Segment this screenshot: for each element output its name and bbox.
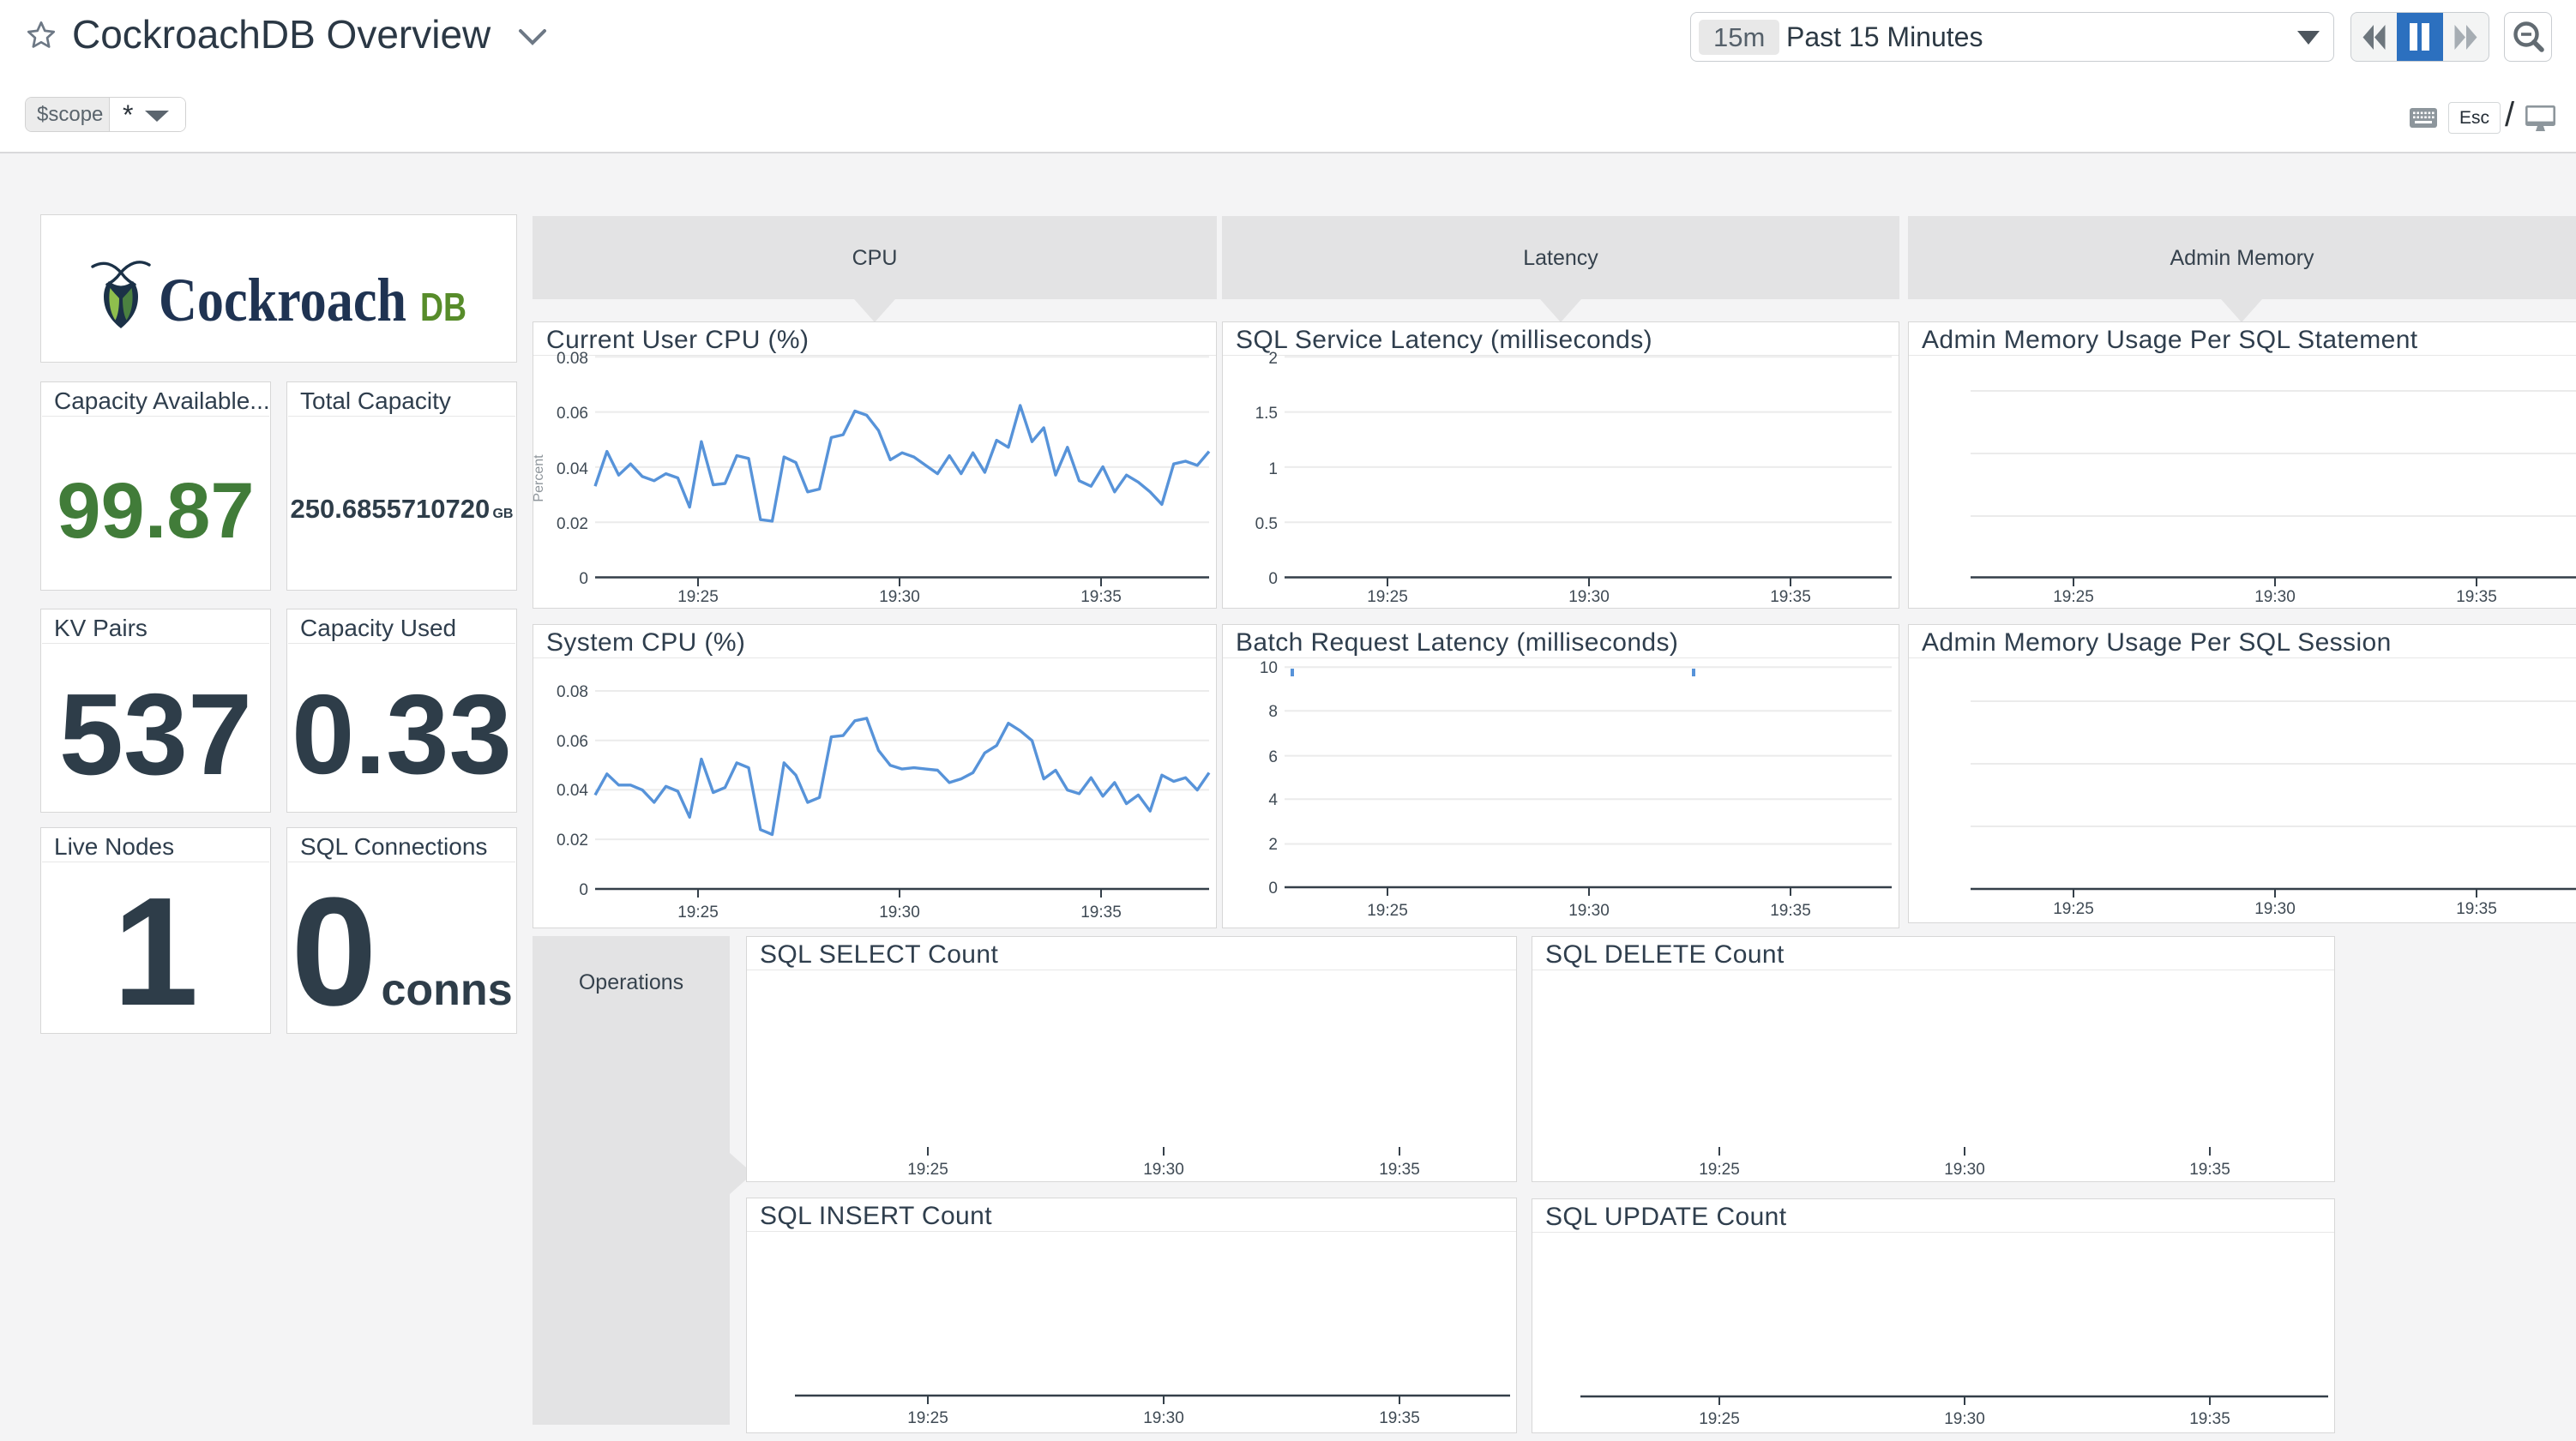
svg-text:0.06: 0.06 (557, 733, 588, 751)
svg-text:0.04: 0.04 (557, 460, 588, 478)
svg-text:19:35: 19:35 (1770, 588, 1811, 606)
svg-text:19:35: 19:35 (1080, 588, 1122, 606)
svg-text:19:35: 19:35 (2189, 1161, 2230, 1179)
svg-text:19:25: 19:25 (1699, 1161, 1740, 1179)
svg-text:19:30: 19:30 (2254, 900, 2296, 918)
svg-text:19:35: 19:35 (2189, 1410, 2230, 1428)
svg-text:19:30: 19:30 (1568, 902, 1610, 920)
svg-text:19:25: 19:25 (677, 588, 719, 606)
svg-text:0.5: 0.5 (1255, 515, 1278, 533)
svg-text:Cockroach: Cockroach (159, 266, 406, 334)
svg-text:0: 0 (1268, 880, 1278, 898)
svg-text:6: 6 (1268, 748, 1278, 766)
svg-text:0.08: 0.08 (557, 683, 588, 701)
svg-text:19:30: 19:30 (2254, 588, 2296, 606)
svg-text:19:30: 19:30 (1944, 1161, 1985, 1179)
svg-text:2: 2 (1268, 350, 1278, 368)
svg-text:19:25: 19:25 (2053, 900, 2094, 918)
svg-text:0.02: 0.02 (557, 832, 588, 850)
svg-text:19:30: 19:30 (879, 904, 920, 922)
svg-text:10: 10 (1260, 659, 1278, 677)
svg-text:19:25: 19:25 (907, 1409, 948, 1427)
svg-text:19:25: 19:25 (1367, 588, 1408, 606)
svg-text:19:35: 19:35 (2456, 900, 2497, 918)
svg-text:19:35: 19:35 (1770, 902, 1811, 920)
svg-text:0.04: 0.04 (557, 782, 588, 800)
svg-text:19:30: 19:30 (1568, 588, 1610, 606)
svg-text:0.06: 0.06 (557, 405, 588, 423)
svg-text:19:35: 19:35 (1379, 1409, 1420, 1427)
svg-text:19:25: 19:25 (1367, 902, 1408, 920)
svg-text:19:30: 19:30 (1143, 1409, 1184, 1427)
svg-text:0: 0 (579, 881, 588, 899)
svg-text:19:25: 19:25 (2053, 588, 2094, 606)
svg-text:0.02: 0.02 (557, 515, 588, 533)
svg-text:1.5: 1.5 (1255, 405, 1278, 423)
svg-text:19:30: 19:30 (879, 588, 920, 606)
svg-text:19:35: 19:35 (1379, 1161, 1420, 1179)
svg-text:Percent: Percent (533, 454, 546, 502)
svg-text:0: 0 (579, 570, 588, 588)
svg-text:19:25: 19:25 (677, 904, 719, 922)
svg-text:19:30: 19:30 (1944, 1410, 1985, 1428)
svg-text:19:35: 19:35 (1080, 904, 1122, 922)
svg-text:8: 8 (1268, 703, 1278, 721)
svg-text:0: 0 (1268, 570, 1278, 588)
svg-text:1: 1 (1268, 460, 1278, 478)
svg-text:DB: DB (420, 285, 466, 329)
svg-text:19:30: 19:30 (1143, 1161, 1184, 1179)
svg-text:2: 2 (1268, 836, 1278, 854)
svg-text:0.08: 0.08 (557, 350, 588, 368)
svg-text:19:25: 19:25 (907, 1161, 948, 1179)
svg-text:19:25: 19:25 (1699, 1410, 1740, 1428)
svg-text:4: 4 (1268, 791, 1278, 809)
svg-text:19:35: 19:35 (2456, 588, 2497, 606)
